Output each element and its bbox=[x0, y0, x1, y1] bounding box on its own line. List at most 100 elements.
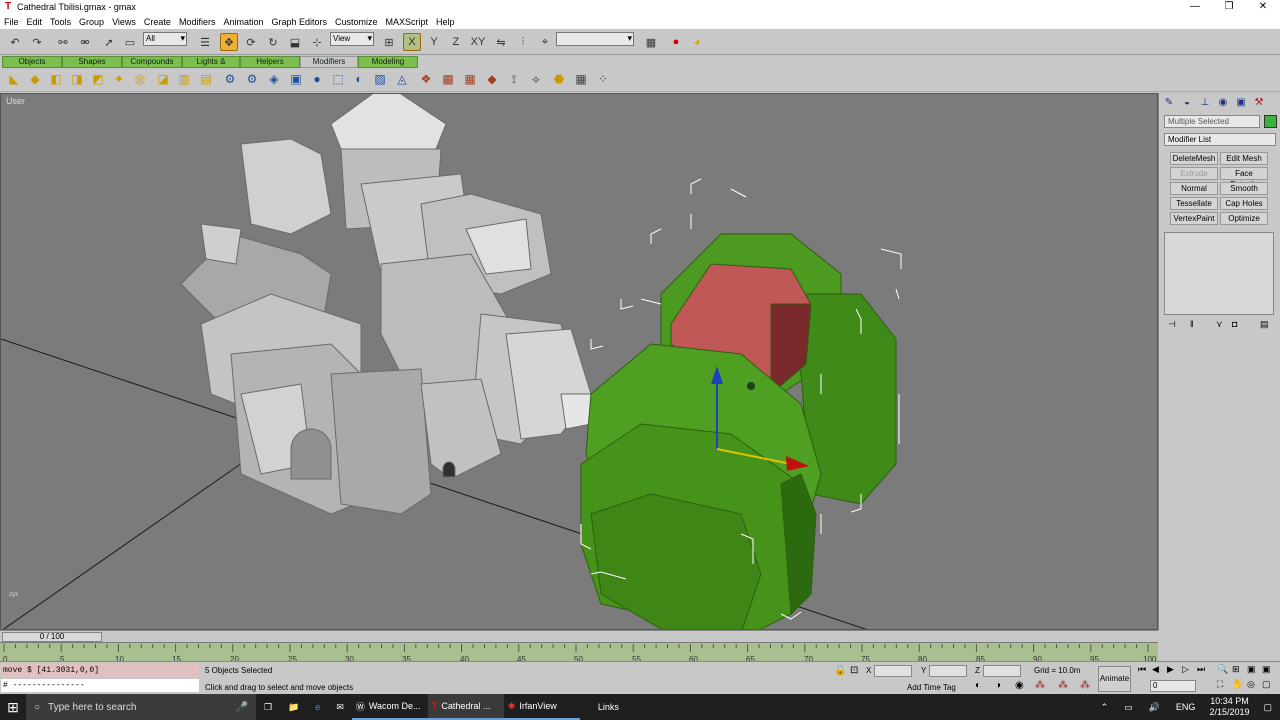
clock[interactable]: 10:34 PM 2/15/2019 bbox=[1203, 696, 1255, 718]
percent-snap-icon[interactable]: ◉ bbox=[1015, 680, 1024, 691]
tessellate-button[interactable]: Tessellate bbox=[1170, 197, 1218, 210]
pivot-icon[interactable]: ⊹ bbox=[308, 33, 326, 51]
show-end-result-icon[interactable]: ‖ bbox=[1190, 319, 1194, 329]
menu-edit[interactable]: Edit bbox=[23, 17, 47, 27]
face-extrude-button[interactable]: Face Extrude bbox=[1220, 167, 1268, 189]
time-slider-thumb[interactable]: 0 / 100 bbox=[2, 632, 102, 642]
menu-tools[interactable]: Tools bbox=[46, 17, 75, 27]
menu-create[interactable]: Create bbox=[140, 17, 175, 27]
viewport-user[interactable]: User zyx bbox=[0, 93, 1158, 630]
add-time-tag[interactable]: Add Time Tag bbox=[907, 683, 956, 692]
tab-modeling[interactable]: Modeling bbox=[358, 56, 418, 68]
undo-icon[interactable]: ↶ bbox=[6, 33, 24, 51]
absolute-mode-icon[interactable]: ⊡ bbox=[850, 665, 858, 676]
task-view-icon[interactable]: ❐ bbox=[256, 694, 280, 720]
named-selection-dropdown[interactable] bbox=[556, 32, 634, 46]
notifications-icon[interactable]: ▢ bbox=[1255, 694, 1280, 720]
minimize-icon[interactable]: — bbox=[1178, 0, 1212, 14]
spinner-snap-icon[interactable]: ⁂ bbox=[1035, 680, 1045, 691]
redo-icon[interactable]: ↷ bbox=[28, 33, 46, 51]
checker-icon[interactable]: ▦ bbox=[573, 71, 589, 87]
microphone-icon[interactable]: 🎤 bbox=[236, 702, 248, 713]
restrict-xy-icon[interactable]: XY bbox=[469, 33, 487, 51]
mirror-modifier-icon[interactable]: ◐ bbox=[351, 71, 367, 87]
menu-maxscript[interactable]: MAXScript bbox=[382, 17, 433, 27]
stretch-icon[interactable]: ◩ bbox=[90, 71, 106, 87]
track-bar[interactable]: 0 5 10 15 20 25 30 35 40 45 50 55 60 65 … bbox=[0, 642, 1158, 664]
configure-sets-icon[interactable]: ▤ bbox=[1260, 319, 1269, 330]
tab-shapes[interactable]: Shapes bbox=[62, 56, 122, 68]
menu-views[interactable]: Views bbox=[108, 17, 140, 27]
menu-help[interactable]: Help bbox=[432, 17, 459, 27]
poly-select-icon[interactable]: ▩ bbox=[440, 71, 456, 87]
quick-render-icon[interactable]: ◕ bbox=[688, 33, 706, 51]
time-slider[interactable]: 0 / 100 bbox=[0, 630, 1158, 642]
vertex-color-icon[interactable]: ⁘ bbox=[595, 71, 611, 87]
spline-select-icon[interactable]: ◆ bbox=[484, 71, 500, 87]
motion-panel-icon[interactable]: ◉ bbox=[1216, 96, 1230, 110]
close-icon[interactable]: ✕ bbox=[1246, 0, 1280, 14]
next-frame-icon[interactable]: ▷ bbox=[1182, 664, 1189, 675]
ripple-icon[interactable]: ▥ bbox=[176, 71, 192, 87]
create-panel-icon[interactable]: ✎ bbox=[1162, 96, 1176, 110]
menu-animation[interactable]: Animation bbox=[219, 17, 267, 27]
relax-icon[interactable]: ◪ bbox=[155, 71, 171, 87]
object-color-swatch[interactable] bbox=[1264, 115, 1277, 128]
wave-icon[interactable]: ▤ bbox=[198, 71, 214, 87]
taskbar-app-wacom[interactable]: Ⓦ Wacom De... bbox=[351, 694, 428, 720]
mirror-icon[interactable]: ⇋ bbox=[492, 33, 510, 51]
maxscript-listener-output[interactable]: # --------------- bbox=[1, 679, 199, 692]
modifier-list-dropdown[interactable]: Modifier List bbox=[1164, 133, 1276, 146]
material-icon[interactable]: ⬣ bbox=[551, 71, 567, 87]
menu-modifiers[interactable]: Modifiers bbox=[175, 17, 220, 27]
zoom-all-icon[interactable]: ⊞ bbox=[1232, 664, 1240, 675]
select-and-rotate-icon[interactable]: ↻ bbox=[264, 33, 282, 51]
select-region-icon[interactable]: ▭ bbox=[121, 33, 139, 51]
twist-icon[interactable]: ◧ bbox=[48, 71, 64, 87]
lock-selection-icon[interactable]: 🔒 bbox=[834, 665, 846, 676]
tab-helpers[interactable]: Helpers bbox=[240, 56, 300, 68]
edge-icon[interactable]: e bbox=[307, 694, 328, 720]
maximize-viewport-icon[interactable]: ▢ bbox=[1262, 679, 1271, 690]
xform-icon[interactable]: ⬚ bbox=[330, 71, 346, 87]
sphere-icon[interactable]: ● bbox=[309, 71, 325, 87]
modifier-stack-list[interactable] bbox=[1164, 232, 1274, 315]
tab-modifiers[interactable]: Modifiers bbox=[300, 56, 358, 68]
edit-mesh-button[interactable]: Edit Mesh bbox=[1220, 152, 1268, 165]
language-indicator[interactable]: ENG bbox=[1168, 694, 1204, 720]
tab-objects[interactable]: Objects bbox=[2, 56, 62, 68]
deletemesh-button[interactable]: DeleteMesh bbox=[1170, 152, 1218, 165]
angle-snap-icon[interactable]: ◑ bbox=[995, 680, 1001, 691]
pin-stack-icon[interactable]: ⊣ bbox=[1168, 319, 1176, 330]
zoom-icon[interactable]: 🔍 bbox=[1217, 664, 1228, 675]
taskbar-search[interactable]: ○ Type here to search 🎤 bbox=[26, 694, 256, 720]
current-frame-field[interactable]: 0 bbox=[1150, 680, 1196, 692]
select-object-icon[interactable]: ➚ bbox=[100, 33, 118, 51]
select-by-name-icon[interactable]: ☰ bbox=[196, 33, 214, 51]
make-unique-icon[interactable]: ⋎ bbox=[1216, 319, 1223, 330]
zoom-extents-all-icon[interactable]: ▣ bbox=[1262, 664, 1271, 675]
pivot-center-icon[interactable]: ⊞ bbox=[380, 33, 398, 51]
animate-button[interactable]: Animate bbox=[1098, 666, 1131, 692]
arc-rotate-icon[interactable]: ◎ bbox=[1247, 679, 1255, 690]
squeeze-icon[interactable]: ✦ bbox=[111, 71, 127, 87]
goto-start-icon[interactable]: ⏮ bbox=[1138, 664, 1146, 675]
scale-icon[interactable]: ⬓ bbox=[286, 33, 304, 51]
pan-icon[interactable]: ✋ bbox=[1232, 679, 1243, 690]
tray-overflow-icon[interactable]: ⌃ bbox=[1093, 694, 1117, 720]
utilities-panel-icon[interactable]: ⚒ bbox=[1252, 96, 1266, 110]
bend-icon[interactable]: ◣ bbox=[6, 71, 22, 87]
keyboard-shortcut-icon[interactable]: ⁂ bbox=[1058, 680, 1068, 691]
window-crossing-icon[interactable]: ⁂ bbox=[1080, 680, 1090, 691]
restrict-z-icon[interactable]: Z bbox=[447, 33, 465, 51]
zoom-extents-icon[interactable]: ▣ bbox=[1247, 664, 1256, 675]
normal-button[interactable]: Normal bbox=[1170, 182, 1218, 195]
vertexpaint-button[interactable]: VertexPaint bbox=[1170, 212, 1218, 225]
remove-modifier-icon[interactable]: ◘ bbox=[1232, 319, 1237, 329]
link-icon[interactable]: ⚯ bbox=[54, 33, 72, 51]
uvw-map-icon[interactable]: ⟟ bbox=[506, 71, 522, 87]
menu-group[interactable]: Group bbox=[75, 17, 108, 27]
snap-toggle-icon[interactable]: ◐ bbox=[975, 680, 981, 691]
edit-patch-icon[interactable]: ◬ bbox=[394, 71, 410, 87]
goto-end-icon[interactable]: ⏭ bbox=[1197, 664, 1205, 675]
